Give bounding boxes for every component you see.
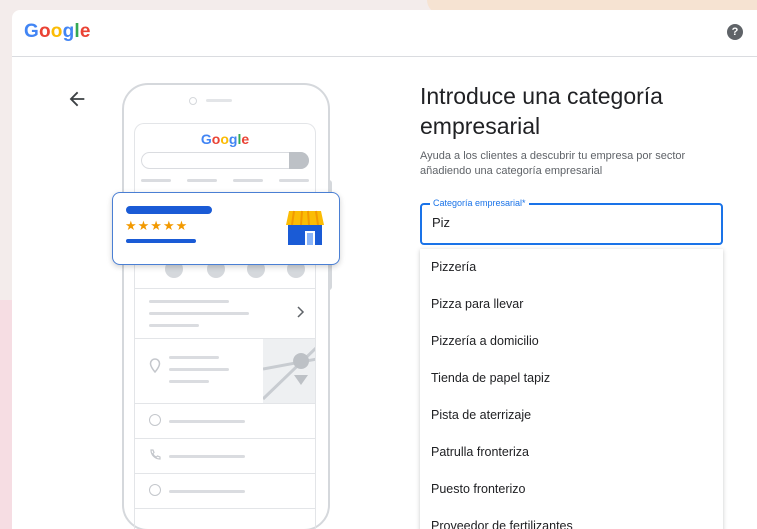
logo-letter: o [38, 21, 51, 42]
suggestion-item[interactable]: Puesto fronterizo [420, 471, 723, 508]
phone-search-bar [141, 152, 309, 169]
phone-text-line [169, 420, 245, 423]
phone-clock-icon [149, 414, 161, 426]
suggestion-item[interactable]: Proveedor de fertilizantes [420, 508, 723, 529]
suggestion-item[interactable]: Pista de aterrizaje [420, 397, 723, 434]
logo-letter: G [24, 21, 39, 42]
business-name-placeholder [126, 206, 212, 214]
logo-letter: G [200, 131, 212, 147]
suggestion-item[interactable]: Patrulla fronteriza [420, 434, 723, 471]
logo-letter: e [79, 21, 91, 42]
phone-text-line [169, 380, 209, 383]
business-category-field[interactable]: Categoría empresarial* [420, 198, 723, 245]
business-category-label: Categoría empresarial* [430, 198, 529, 208]
suggestion-item[interactable]: Pizzería a domicilio [420, 323, 723, 360]
phone-text-line [169, 356, 219, 359]
suggestion-list: Pizzería Pizza para llevar Pizzería a do… [420, 249, 723, 529]
logo-letter: o [50, 21, 63, 42]
phone-text-line [169, 490, 245, 493]
phone-text-line [169, 368, 229, 371]
business-profile-card: ★★★★★ [112, 192, 340, 265]
logo-letter: o [220, 131, 229, 147]
suggestion-item[interactable]: Pizzería [420, 249, 723, 286]
business-info-placeholder [126, 239, 196, 243]
logo-letter: g [62, 21, 75, 42]
suggestion-item[interactable]: Tienda de papel tapiz [420, 360, 723, 397]
phone-illustration: Google [122, 83, 330, 529]
app-window: Google ? Google ★★★★★ Introduce una cate… [12, 10, 757, 529]
page-title: Introduce una categoría empresarial [420, 83, 663, 139]
help-icon[interactable]: ? [727, 24, 743, 40]
phone-globe-icon [149, 484, 161, 496]
page-subtitle: Ayuda a los clientes a descubrir tu empr… [420, 150, 686, 177]
phone-tab-placeholder [141, 179, 171, 182]
suggestion-item[interactable]: Pizza para llevar [420, 286, 723, 323]
phone-location-pin-icon [149, 358, 161, 373]
top-bar: Google ? [12, 10, 757, 57]
logo-letter: e [241, 131, 250, 147]
phone-google-logo: Google [135, 131, 315, 147]
phone-divider [135, 403, 315, 404]
storefront-icon [286, 210, 324, 245]
phone-search-icon [289, 152, 309, 169]
phone-divider [135, 288, 315, 289]
phone-call-line-icon [150, 449, 161, 460]
phone-screen: Google [134, 123, 316, 529]
phone-text-line [169, 455, 245, 458]
phone-speaker [206, 99, 232, 102]
phone-chevron-right-icon [297, 306, 305, 318]
phone-text-line [149, 312, 249, 315]
star-rating: ★★★★★ [125, 218, 189, 233]
phone-tab-placeholder [187, 179, 217, 182]
phone-divider [135, 473, 315, 474]
phone-divider [135, 438, 315, 439]
phone-tab-placeholder [233, 179, 263, 182]
phone-camera [189, 97, 197, 105]
google-logo[interactable]: Google [24, 21, 91, 43]
phone-divider [135, 508, 315, 509]
phone-tab-placeholder [279, 179, 309, 182]
back-arrow-icon[interactable] [66, 88, 88, 110]
phone-text-line [149, 324, 199, 327]
phone-text-line [149, 300, 229, 303]
business-category-input[interactable] [432, 215, 702, 230]
phone-map-thumbnail [261, 339, 315, 403]
